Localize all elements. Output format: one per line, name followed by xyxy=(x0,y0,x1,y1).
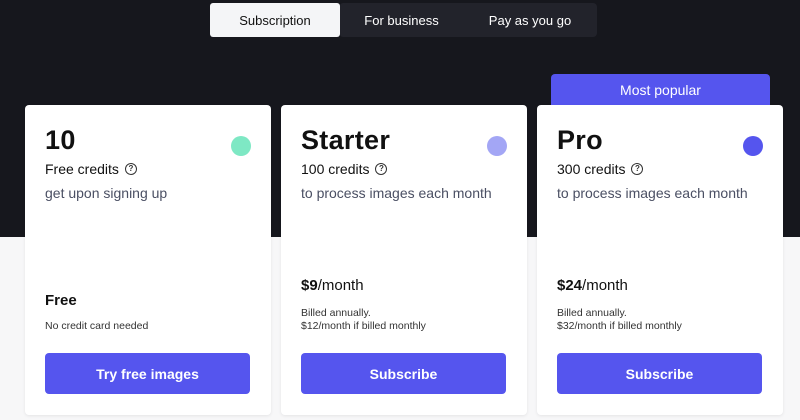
price-amount: $9 xyxy=(301,277,318,294)
price-unit: /month xyxy=(582,277,628,294)
subscribe-pro-button[interactable]: Subscribe xyxy=(557,353,762,394)
plan-credits: 300 credits ? xyxy=(557,161,644,177)
plan-price: Free xyxy=(45,292,77,309)
pricing-tabs: Subscription For business Pay as you go xyxy=(210,3,597,37)
plan-color-dot xyxy=(231,136,251,156)
plan-description: to process images each month xyxy=(557,185,748,201)
plan-credits-label: 100 credits xyxy=(301,161,370,177)
plan-description: get upon signing up xyxy=(45,185,168,201)
plan-price: $9/month xyxy=(301,277,364,294)
most-popular-badge: Most popular xyxy=(551,74,770,105)
plan-note: No credit card needed xyxy=(45,320,149,332)
tab-pay-as-you-go[interactable]: Pay as you go xyxy=(463,3,597,37)
plan-card-starter: Starter 100 credits ? to process images … xyxy=(281,105,527,415)
try-free-images-button[interactable]: Try free images xyxy=(45,353,250,394)
plan-color-dot xyxy=(743,136,763,156)
plan-color-dot xyxy=(487,136,507,156)
plan-credits-label: 300 credits xyxy=(557,161,626,177)
question-circle-icon[interactable]: ? xyxy=(124,163,137,175)
tab-for-business[interactable]: For business xyxy=(340,3,463,37)
plan-credits: Free credits ? xyxy=(45,161,137,177)
subscribe-starter-button[interactable]: Subscribe xyxy=(301,353,506,394)
billing-note-line: $12/month if billed monthly xyxy=(301,320,426,332)
question-circle-icon[interactable]: ? xyxy=(631,163,644,175)
price-unit: /month xyxy=(317,277,364,294)
plan-credits: 100 credits ? xyxy=(301,161,388,177)
tab-subscription[interactable]: Subscription xyxy=(210,3,340,37)
billing-note-line: $32/month if billed monthly xyxy=(557,320,682,332)
plan-note: Billed annually. $32/month if billed mon… xyxy=(557,307,682,333)
plan-credits-label: Free credits xyxy=(45,161,119,177)
plan-card-pro: Pro 300 credits ? to process images each… xyxy=(537,105,783,415)
billing-note-line: Billed annually. xyxy=(557,307,627,319)
plan-price: $24/month xyxy=(557,277,628,294)
plan-name: 10 xyxy=(45,125,76,155)
plan-note: Billed annually. $12/month if billed mon… xyxy=(301,307,426,333)
plan-name: Pro xyxy=(557,125,603,155)
price-amount: $24 xyxy=(557,277,583,294)
question-circle-icon[interactable]: ? xyxy=(375,163,388,175)
billing-note-line: Billed annually. xyxy=(301,307,371,319)
plan-description: to process images each month xyxy=(301,185,492,201)
plan-card-free: 10 Free credits ? get upon signing up Fr… xyxy=(25,105,271,415)
plan-name: Starter xyxy=(301,125,391,155)
